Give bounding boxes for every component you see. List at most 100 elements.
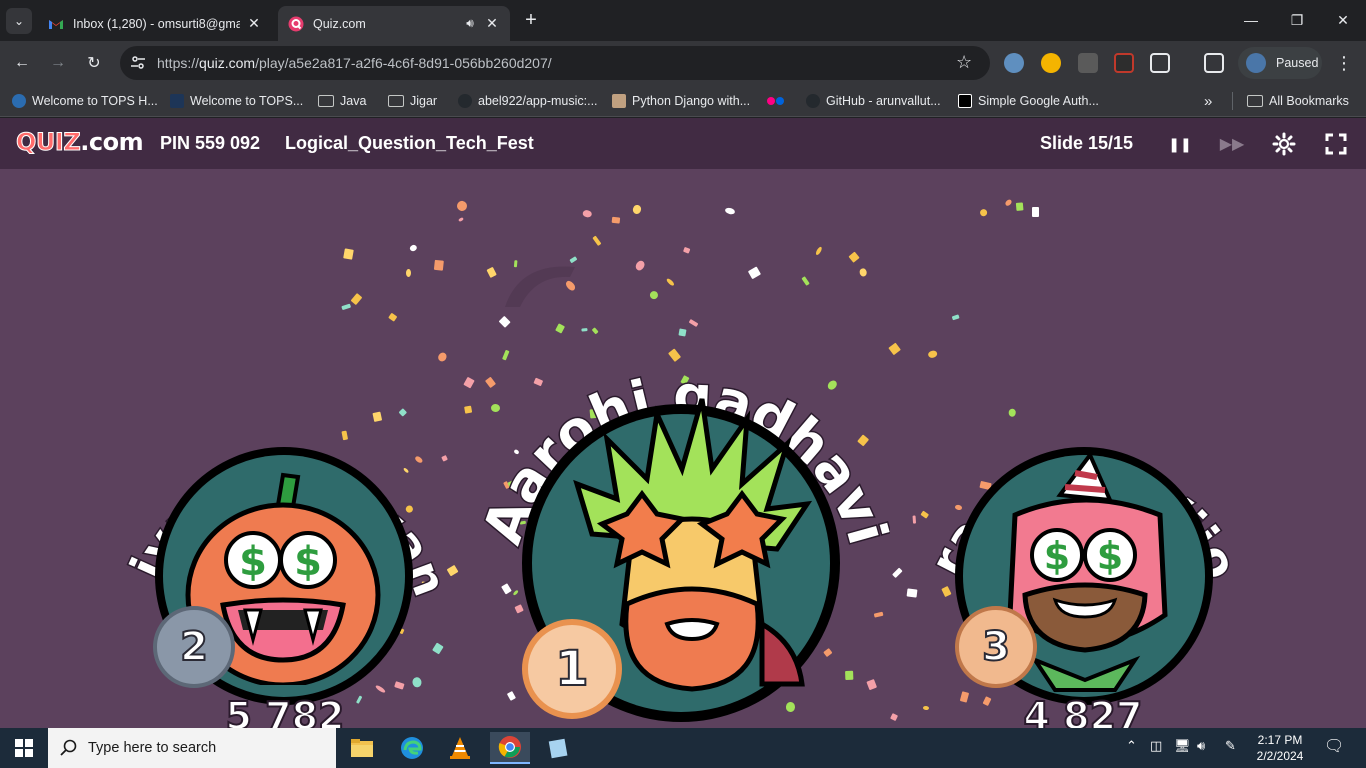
extension-selenium-icon[interactable] <box>1078 53 1098 73</box>
notifications-icon[interactable]: 🗨︎ <box>1324 736 1344 756</box>
start-button[interactable] <box>0 728 48 768</box>
confetti-piece <box>1031 207 1040 217</box>
folder-icon <box>1247 95 1263 107</box>
bookmark-label: Simple Google Auth... <box>978 94 1099 108</box>
confetti-piece <box>592 235 602 247</box>
medium-icon <box>958 94 972 108</box>
podium-stage: Piyush Balwani $ $ 2 5 782 Aarohi gadhav… <box>0 169 1366 728</box>
meet-now-icon[interactable]: ◫ <box>1150 738 1162 754</box>
logo-suffix: .com <box>80 128 144 156</box>
settings-gear-icon[interactable] <box>1272 132 1296 156</box>
svg-text:$: $ <box>239 539 267 585</box>
skip-forward-icon[interactable]: ▶▶ <box>1220 132 1245 156</box>
svg-text:$: $ <box>1097 534 1123 578</box>
confetti-piece <box>847 251 860 263</box>
confetti-piece <box>434 259 444 271</box>
pen-icon[interactable]: ✎ <box>1225 738 1236 754</box>
system-clock[interactable]: 2:17 PM 2/2/2024 <box>1250 732 1310 764</box>
more-bookmarks-button[interactable]: » <box>1204 92 1212 110</box>
rank-badge-1: 1 <box>522 619 622 719</box>
tab-quiz[interactable]: Quiz.com 🔊︎ ✕ <box>278 6 510 41</box>
bookmark-folder-jigar[interactable]: Jigar <box>388 92 437 110</box>
site-settings-icon[interactable] <box>130 55 146 71</box>
confetti-piece <box>342 248 354 260</box>
player-score: 5 782 <box>225 693 346 728</box>
extension-search-icon[interactable] <box>1004 53 1024 73</box>
confetti-piece <box>591 327 600 336</box>
address-bar[interactable]: https://quiz.com/play/a5e2a817-a2f6-4c6f… <box>120 46 990 80</box>
clock-time: 2:17 PM <box>1257 733 1303 747</box>
reload-button[interactable]: ↻ <box>80 49 108 77</box>
bookmark-item[interactable]: Welcome to TOPS... <box>170 92 303 110</box>
confetti-piece <box>747 265 761 279</box>
speaker-icon[interactable]: 🔊︎ <box>462 16 478 31</box>
bookmark-folder-java[interactable]: Java <box>318 92 366 110</box>
bookmark-label: Welcome to TOPS H... <box>32 94 158 108</box>
forward-button[interactable]: → <box>44 49 72 77</box>
url-host: quiz.com <box>199 55 256 71</box>
tab-search-button[interactable]: ⌄ <box>6 8 32 34</box>
bookmark-item[interactable]: abel922/app-music:... <box>458 92 598 110</box>
edge-taskbar-button[interactable] <box>392 732 432 764</box>
bookmark-label: Welcome to TOPS... <box>190 94 304 108</box>
close-tab-icon[interactable]: ✕ <box>484 15 500 32</box>
profile-status: Paused <box>1276 56 1319 70</box>
quiz-title: Logical_Question_Tech_Fest <box>285 133 534 153</box>
bookmark-star-icon[interactable]: ☆ <box>956 52 972 73</box>
confetti-piece <box>498 315 511 327</box>
confetti-piece <box>866 678 877 690</box>
vlc-taskbar-button[interactable] <box>440 732 480 764</box>
new-tab-button[interactable]: + <box>518 9 544 32</box>
confetti-piece <box>611 216 621 223</box>
confetti-piece <box>555 323 566 334</box>
notepad-taskbar-button[interactable] <box>538 732 578 764</box>
bookmark-item[interactable]: Simple Google Auth... <box>958 92 1099 110</box>
minimize-button[interactable]: — <box>1228 0 1274 40</box>
vlc-icon <box>450 737 470 759</box>
confetti-piece <box>959 691 970 703</box>
confetti-piece <box>801 276 810 287</box>
bookmark-item[interactable] <box>766 92 786 110</box>
chrome-taskbar-button[interactable] <box>490 732 530 764</box>
confetti-piece <box>393 680 405 690</box>
bookmark-label: Jigar <box>410 94 438 108</box>
network-icon[interactable]: 🖥︎ <box>1174 738 1191 754</box>
show-hidden-icons-chevron-icon[interactable]: ⌃ <box>1126 738 1137 754</box>
close-tab-icon[interactable]: ✕ <box>246 15 262 32</box>
extension-compass-icon[interactable] <box>1041 53 1061 73</box>
back-button[interactable]: ← <box>8 49 36 77</box>
bookmark-item[interactable]: Welcome to TOPS H... <box>12 92 158 110</box>
extensions-puzzle-icon[interactable] <box>1150 53 1170 73</box>
browser-toolbar: ← → ↻ https://quiz.com/play/a5e2a817-a2f… <box>0 41 1366 85</box>
bookmark-item[interactable]: GitHub - arunvallut... <box>806 92 941 110</box>
volume-icon[interactable]: 🔊︎ <box>1197 738 1205 754</box>
close-window-button[interactable]: ✕ <box>1320 0 1366 40</box>
taskbar-search-input[interactable]: Type here to search <box>48 728 336 768</box>
bookmarks-bar: Welcome to TOPS H... Welcome to TOPS... … <box>0 85 1366 117</box>
bookmark-label: GitHub - arunvallut... <box>826 94 941 108</box>
fullscreen-icon[interactable] <box>1324 132 1348 156</box>
bookmark-item[interactable]: Python Django with... <box>612 92 750 110</box>
confetti-piece <box>822 648 833 658</box>
edge-icon <box>401 737 423 759</box>
side-panel-icon[interactable] <box>1204 53 1224 73</box>
extension-pdf-icon[interactable] <box>1114 53 1134 73</box>
confetti-piece <box>486 266 498 279</box>
confetti-piece <box>513 260 518 268</box>
confetti-piece <box>951 314 960 321</box>
profile-button[interactable]: Paused <box>1238 47 1322 79</box>
confetti-piece <box>634 258 647 272</box>
quiz-logo[interactable]: QUIZ.com <box>15 128 144 157</box>
quiz-header: QUIZ.com PIN 559 092 Logical_Question_Te… <box>0 118 1366 169</box>
confetti-piece <box>859 266 868 277</box>
tab-gmail[interactable]: Inbox (1,280) - omsurti8@gmail.com ✕ <box>38 6 272 41</box>
confetti-piece <box>502 349 510 361</box>
url-text[interactable]: https://quiz.com/play/a5e2a817-a2f6-4c6f… <box>157 55 552 71</box>
browser-menu-icon[interactable]: ⋮ <box>1330 49 1358 77</box>
pause-icon[interactable]: ❚❚ <box>1168 132 1192 156</box>
all-bookmarks-button[interactable]: All Bookmarks <box>1232 92 1349 110</box>
confetti-piece <box>888 342 901 356</box>
file-explorer-taskbar-button[interactable] <box>342 732 382 764</box>
confetti-piece <box>1007 408 1016 417</box>
restore-button[interactable]: ❐ <box>1274 0 1320 40</box>
